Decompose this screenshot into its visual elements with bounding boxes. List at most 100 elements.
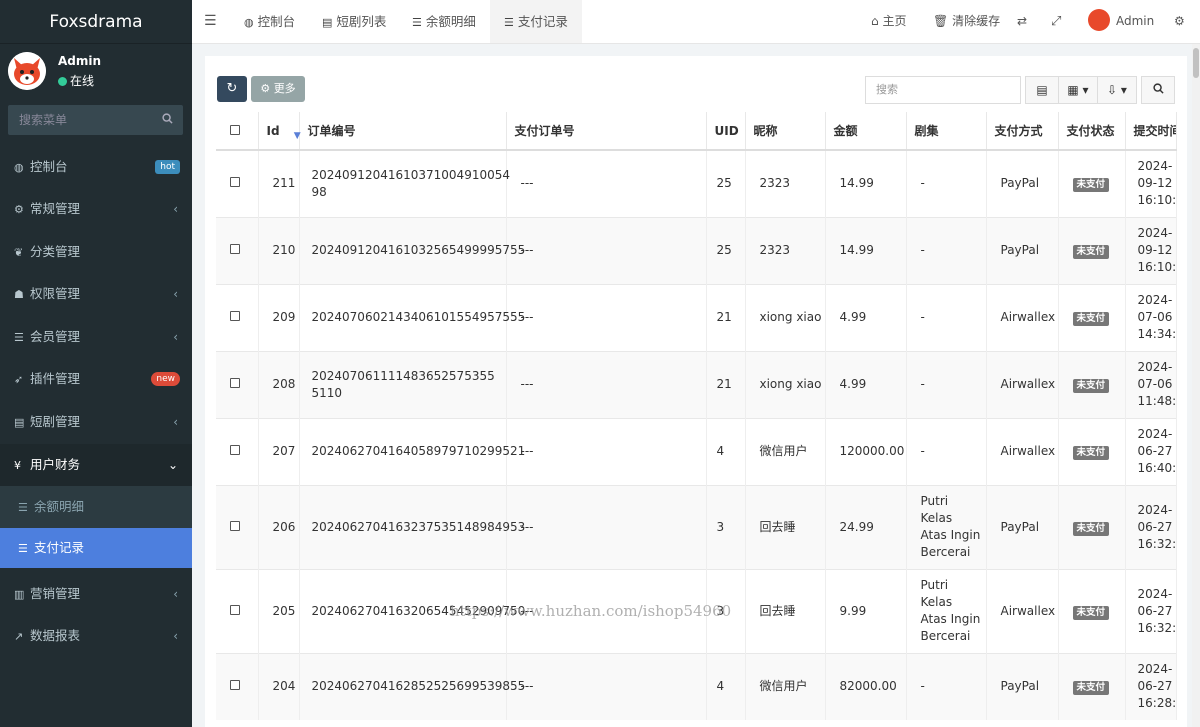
card-view-icon: ▤ xyxy=(1036,83,1048,97)
cell-episode-text: - xyxy=(920,243,925,257)
sidebar-item-reports[interactable]: ↗ 数据报表 ‹ xyxy=(0,615,192,657)
search-icon[interactable] xyxy=(162,105,173,135)
tab-dashboard[interactable]: ◍ 控制台 xyxy=(242,0,297,43)
table-row[interactable]: 207 2024062704164058979710299521 --- 4 微信用户 1… xyxy=(216,417,1177,485)
sidebar-item-label: 营销管理 xyxy=(30,586,81,601)
checkbox[interactable] xyxy=(216,417,259,485)
cell-nickname-text: 2323 xyxy=(759,176,791,191)
sidebar-item-auth[interactable]: ☗ 权限管理 ‹ xyxy=(0,273,192,315)
checkbox[interactable] xyxy=(216,350,259,418)
cell-uid: 3 xyxy=(706,568,746,653)
checkbox[interactable] xyxy=(216,283,259,351)
cell-pay-order-text: --- xyxy=(520,679,534,694)
sidebar-item-dashboard[interactable]: ◍ 控制台 hot xyxy=(0,146,192,188)
sidebar-item-drama[interactable]: ▤ 短剧管理 ‹ xyxy=(0,401,192,443)
sidebar-item-label: 权限管理 xyxy=(30,286,81,301)
sidebar-item-members[interactable]: ☰ 会员管理 ‹ xyxy=(0,316,192,358)
sidebar-item-label: 会员管理 xyxy=(30,329,81,344)
cell-nickname-text: 2323 xyxy=(759,243,791,257)
fullscreen-icon[interactable]: ⤢ xyxy=(1051,0,1061,43)
cell-method: PayPal xyxy=(986,652,1059,720)
home-link[interactable]: ⌂ 主页 xyxy=(871,0,906,43)
bar-chart-icon: ▥ xyxy=(14,588,25,601)
checkbox[interactable] xyxy=(216,149,259,217)
table-row[interactable]: 205 2024062704163206545452909750 --- 3 回去睡 9.… xyxy=(216,568,1177,653)
settings-gear-icon[interactable]: ⚙ xyxy=(1174,0,1185,43)
cell-time-text: 2024- 06-27 16:40:58 xyxy=(1137,427,1176,475)
row-checkbox[interactable] xyxy=(230,378,240,388)
column-header-id[interactable]: Id ▼ xyxy=(258,112,301,151)
sidebar-item-finance[interactable]: ¥ 用户财务 ⌄ xyxy=(0,444,192,486)
cell-id-text: 205 xyxy=(272,603,296,618)
cell-uid: 25 xyxy=(706,149,746,217)
row-checkbox[interactable] xyxy=(230,680,240,691)
chevron-left-icon: ‹ xyxy=(173,330,178,344)
language-icon[interactable]: ⇄ xyxy=(1017,0,1027,43)
checkbox[interactable] xyxy=(216,568,259,653)
export-button[interactable]: ⇩ ▾ xyxy=(1097,76,1137,104)
table-row[interactable]: 206 2024062704163237535148984953 --- 3 回去睡 24… xyxy=(216,484,1177,569)
tab-payments[interactable]: ☰ 支付记录 xyxy=(490,0,582,43)
more-button[interactable]: ⚙ 更多 xyxy=(251,76,305,102)
refresh-button[interactable]: ↻ xyxy=(217,76,247,102)
clear-cache-button[interactable]: 🗑 清除缓存 xyxy=(933,0,1000,43)
cell-pay-order-text: --- xyxy=(520,444,534,458)
tab-balance[interactable]: ☰ 余额明细 xyxy=(412,0,476,43)
cell-amount: 4.99 xyxy=(825,350,907,418)
header-label: Id xyxy=(266,123,280,138)
row-checkbox[interactable] xyxy=(230,520,240,531)
columns-icon: ▦ ▾ xyxy=(1067,83,1089,97)
sidebar-item-plugins[interactable]: ➶ 插件管理 new xyxy=(0,358,192,400)
table-row[interactable]: 211 20240912041610371004910054​98 --- 25 232… xyxy=(216,149,1177,217)
cell-amount: 24.99 xyxy=(825,484,907,569)
toggle-view-button[interactable]: ▤ xyxy=(1025,76,1059,104)
menu-search-input[interactable]: 搜索菜单 xyxy=(8,105,183,135)
tab-drama-list[interactable]: ▤ 短剧列表 xyxy=(322,0,386,43)
table-row[interactable]: 210 2024091204161032565499995755 --- 25 2323… xyxy=(216,216,1177,284)
sidebar-item-marketing[interactable]: ▥ 营销管理 ‹ xyxy=(0,573,192,615)
select-all-checkbox[interactable] xyxy=(216,112,259,151)
status-badge: 未支付 xyxy=(1072,446,1110,460)
checkbox[interactable] xyxy=(216,216,259,284)
checkbox[interactable] xyxy=(216,652,259,720)
cell-time: 2024- 06-27 16:40:58 xyxy=(1125,417,1177,485)
sidebar-toggle-icon[interactable]: ☰ xyxy=(204,0,217,43)
checkbox[interactable] xyxy=(230,124,240,135)
cell-order: 2024070602143406101554957555 xyxy=(299,283,525,351)
brand-logo[interactable]: Foxsdrama xyxy=(0,0,192,44)
table-row[interactable]: 204 2024062704162852525699539855 --- 4 微信用户 8… xyxy=(216,652,1177,720)
cell-time: 2024- 06-27 16:32:37 xyxy=(1125,484,1177,569)
sidebar-item-balance[interactable]: ☰ 余额明细 xyxy=(0,486,192,528)
chevron-left-icon: ‹ xyxy=(173,629,178,643)
sidebar-item-label: 用户财务 xyxy=(30,457,81,472)
sidebar-item-label: 分类管理 xyxy=(30,244,81,259)
cell-episode: - xyxy=(906,652,987,720)
search-toggle-button[interactable] xyxy=(1141,76,1175,104)
sidebar-item-general[interactable]: ⚙ 常规管理 ‹ xyxy=(0,188,192,230)
cell-nickname: 微信用户 xyxy=(745,652,826,720)
cell-order-text: 202407061111483652575355​5110 xyxy=(311,368,495,400)
sidebar-item-category[interactable]: ❦ 分类管理 xyxy=(0,231,192,273)
cell-nickname: 回去睡 xyxy=(745,568,826,653)
cell-id-text: 207 xyxy=(272,444,296,458)
sidebar-item-payments[interactable]: ☰ 支付记录 xyxy=(0,528,192,568)
cell-id-text: 211 xyxy=(272,176,296,191)
row-checkbox[interactable] xyxy=(230,244,240,254)
table-row[interactable]: 208 202407061111483652575355​5110 --- 21 xio… xyxy=(216,350,1177,418)
cell-time-text: 2024- 09-12 16:10:37 xyxy=(1137,159,1176,208)
table-row[interactable]: 209 2024070602143406101554957555 --- 21 xion… xyxy=(216,283,1177,351)
table-search-input[interactable]: 搜索 xyxy=(865,76,1021,104)
page-scrollbar[interactable] xyxy=(1192,44,1200,727)
columns-button[interactable]: ▦ ▾ xyxy=(1058,76,1098,104)
menu-search-placeholder: 搜索菜单 xyxy=(19,113,68,127)
admin-menu[interactable]: Admin xyxy=(1088,0,1154,43)
column-header-uid: UID xyxy=(706,112,746,151)
row-checkbox[interactable] xyxy=(230,311,240,321)
row-checkbox[interactable] xyxy=(230,604,240,615)
scrollbar-thumb[interactable] xyxy=(1193,48,1199,78)
row-checkbox[interactable] xyxy=(230,445,240,455)
row-checkbox[interactable] xyxy=(230,177,240,188)
cell-status: 未支付 xyxy=(1058,149,1126,217)
status-badge: 未支付 xyxy=(1072,245,1110,259)
checkbox[interactable] xyxy=(216,484,259,569)
